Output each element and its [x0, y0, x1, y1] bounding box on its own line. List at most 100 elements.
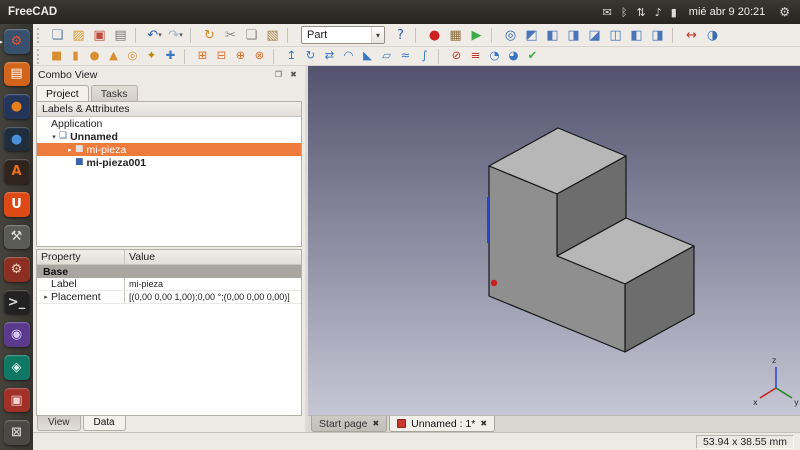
network-indicator-icon[interactable]: ⇅: [636, 6, 645, 19]
property-row-placement[interactable]: ▸ Placement [(0,00 0,00 1,00);0,00 °;(0,…: [37, 291, 301, 304]
redo-icon[interactable]: ↷ ▾: [165, 26, 186, 45]
part-ruled-surface-icon[interactable]: ▱: [377, 48, 396, 64]
launcher-trash[interactable]: ⊠: [4, 420, 30, 445]
copy-icon[interactable]: ❏: [241, 26, 262, 45]
launcher-gear-app[interactable]: ⚙: [4, 257, 30, 282]
view-bottom-icon[interactable]: ◧: [626, 26, 647, 45]
macro-record-icon[interactable]: ●: [424, 26, 445, 45]
cut-icon[interactable]: ✂: [220, 26, 241, 45]
launcher-ubuntu-one[interactable]: U: [4, 192, 30, 217]
launcher-terminal[interactable]: >_: [4, 290, 30, 315]
tree-expander[interactable]: ▾: [49, 133, 59, 141]
whats-this-icon[interactable]: ?: [390, 26, 411, 45]
part-primitives-icon[interactable]: ✦: [142, 48, 161, 64]
messages-indicator-icon[interactable]: ✉: [603, 6, 612, 19]
part-boolean-icon[interactable]: ⊞: [193, 48, 212, 64]
save-icon[interactable]: ▣: [89, 26, 110, 45]
print-icon[interactable]: ▤: [110, 26, 131, 45]
part-offset-icon[interactable]: ◔: [485, 48, 504, 64]
launcher-freecad[interactable]: ▶ ⚙: [4, 29, 30, 54]
tree-item-mi-pieza001[interactable]: ■ mi-pieza001: [37, 156, 301, 169]
tree-item-unnamed[interactable]: ▾ ❏ Unnamed: [37, 130, 301, 143]
part-sweep-icon[interactable]: ∫: [415, 48, 434, 64]
part-union-icon[interactable]: ⊕: [231, 48, 250, 64]
part-box-icon[interactable]: ■: [47, 48, 66, 64]
macro-play-icon[interactable]: ▶: [466, 26, 487, 45]
new-document-icon[interactable]: ❏: [47, 26, 68, 45]
close-panel-icon[interactable]: ✖: [287, 68, 300, 81]
property-value[interactable]: [(0,00 0,00 1,00);0,00 °;(0,00 0,00 0,00…: [125, 291, 301, 303]
part-loft-icon[interactable]: ≈: [396, 48, 415, 64]
view-top-icon[interactable]: ◨: [563, 26, 584, 45]
bluetooth-indicator-icon[interactable]: ᛒ: [621, 6, 628, 19]
part-section-icon[interactable]: ⊘: [447, 48, 466, 64]
workbench-selector[interactable]: Part ▾: [301, 26, 385, 44]
close-tab-icon[interactable]: ✖: [372, 419, 379, 428]
property-row-label[interactable]: Label mi-pieza: [37, 278, 301, 291]
float-panel-icon[interactable]: ❐: [272, 68, 285, 81]
part-cut-icon[interactable]: ⊟: [212, 48, 231, 64]
property-column-header[interactable]: Property: [37, 250, 125, 264]
tab-unnamed-doc[interactable]: Unnamed : 1* ✖: [389, 416, 495, 432]
clipping-plane-icon[interactable]: ◑: [702, 26, 723, 45]
view-left-icon[interactable]: ◨: [647, 26, 668, 45]
fit-all-icon[interactable]: ◎: [500, 26, 521, 45]
launcher-teal-app[interactable]: ◈: [4, 355, 30, 380]
tab-tasks[interactable]: Tasks: [91, 85, 138, 101]
3d-viewport-canvas[interactable]: x y z: [308, 66, 800, 415]
battery-indicator-icon[interactable]: ▮: [671, 6, 677, 19]
view-rear-icon[interactable]: ◫: [605, 26, 626, 45]
toolbar-handle[interactable]: [37, 28, 43, 43]
launcher-files[interactable]: ▤: [4, 62, 30, 87]
tab-data[interactable]: Data: [83, 416, 126, 431]
part-chamfer-icon[interactable]: ◣: [358, 48, 377, 64]
part-extrude-icon[interactable]: ↥: [282, 48, 301, 64]
open-document-icon[interactable]: ▨: [68, 26, 89, 45]
part-cone-icon[interactable]: ▲: [104, 48, 123, 64]
combo-view-titlebar[interactable]: Combo View ❐ ✖: [33, 66, 305, 83]
launcher-purple-app[interactable]: ◉: [4, 322, 30, 347]
view-axonometric-icon[interactable]: ◩: [521, 26, 542, 45]
sound-indicator-icon[interactable]: ♪: [655, 6, 662, 19]
view-front-icon[interactable]: ◧: [542, 26, 563, 45]
toolbar-handle[interactable]: [37, 49, 43, 64]
part-fillet-icon[interactable]: ◠: [339, 48, 358, 64]
part-cylinder-icon[interactable]: ▮: [66, 48, 85, 64]
tree-item-mi-pieza[interactable]: ▸ ■ mi-pieza: [37, 143, 301, 156]
tree-item-label: mi-pieza: [87, 144, 127, 156]
part-shapebuilder-icon[interactable]: ✚: [161, 48, 180, 64]
part-check-geometry-icon[interactable]: ✔: [523, 48, 542, 64]
close-tab-icon[interactable]: ✖: [480, 419, 487, 428]
tab-start-page[interactable]: Start page ✖: [311, 416, 387, 432]
part-mirror-icon[interactable]: ⇄: [320, 48, 339, 64]
macros-dialog-icon[interactable]: ▦: [445, 26, 466, 45]
chevron-down-icon[interactable]: ▾: [371, 27, 384, 43]
3d-view[interactable]: x y z: [308, 66, 800, 415]
undo-icon[interactable]: ↶ ▾: [144, 26, 165, 45]
launcher-software-center[interactable]: A: [4, 159, 30, 184]
launcher-system-settings[interactable]: ⚒: [4, 225, 30, 250]
part-revolve-icon[interactable]: ↻: [301, 48, 320, 64]
property-expander[interactable]: ▸: [41, 293, 51, 301]
tree-expander[interactable]: ▸: [65, 146, 75, 154]
part-common-icon[interactable]: ⊗: [250, 48, 269, 64]
launcher-firefox[interactable]: ●: [4, 94, 30, 119]
measure-distance-icon[interactable]: ↔: [681, 26, 702, 45]
session-menu-icon[interactable]: ⚙: [779, 5, 790, 19]
part-cross-sections-icon[interactable]: ≡: [466, 48, 485, 64]
property-group-base[interactable]: Base: [37, 265, 301, 278]
part-sphere-icon[interactable]: ●: [85, 48, 104, 64]
view-right-icon[interactable]: ◪: [584, 26, 605, 45]
refresh-icon[interactable]: ↻: [199, 26, 220, 45]
clock[interactable]: mié abr 9 20:21: [689, 6, 765, 18]
launcher-browser[interactable]: ●: [4, 127, 30, 152]
tab-view[interactable]: View: [37, 416, 81, 431]
part-thickness-icon[interactable]: ◕: [504, 48, 523, 64]
tab-project[interactable]: Project: [36, 85, 89, 101]
paste-icon[interactable]: ▧: [262, 26, 283, 45]
part-torus-icon[interactable]: ◎: [123, 48, 142, 64]
property-value[interactable]: mi-pieza: [125, 278, 301, 290]
tree-item-application[interactable]: Application: [37, 117, 301, 130]
launcher-red-app[interactable]: ▣: [4, 388, 30, 413]
value-column-header[interactable]: Value: [125, 250, 301, 264]
